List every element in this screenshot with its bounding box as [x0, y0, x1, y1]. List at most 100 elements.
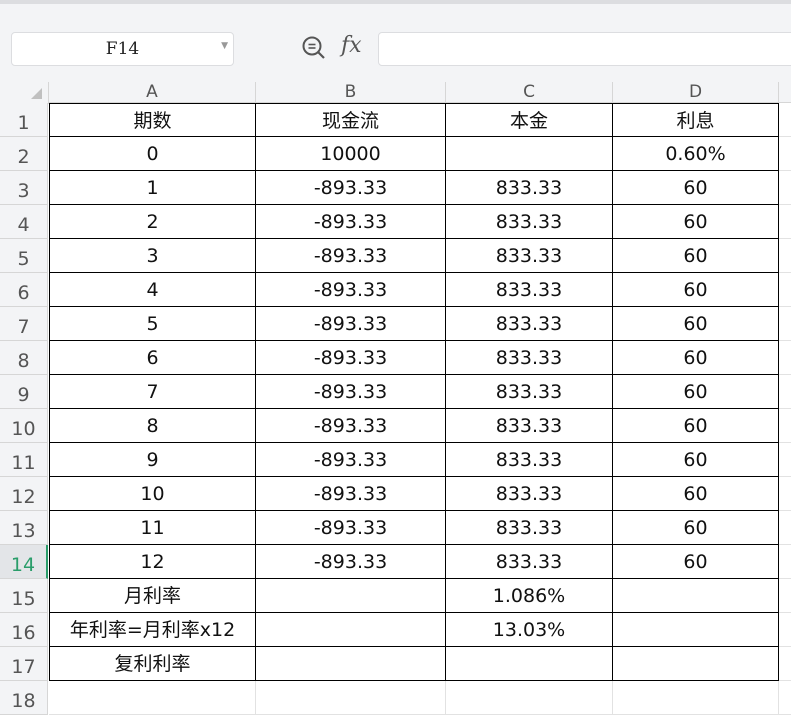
cell-B12[interactable]: -893.33 — [256, 477, 446, 511]
cell-A5[interactable]: 3 — [49, 239, 256, 273]
cell-C3[interactable]: 833.33 — [446, 171, 613, 205]
select-all-button[interactable] — [0, 82, 49, 104]
cell-D5[interactable]: 60 — [613, 239, 779, 273]
chevron-down-icon[interactable]: ▼ — [221, 41, 228, 51]
row-header-10[interactable]: 10 — [0, 409, 48, 443]
cell-B13[interactable]: -893.33 — [256, 511, 446, 545]
row-header-18[interactable]: 18 — [0, 681, 48, 715]
column-header-C[interactable]: C — [446, 82, 613, 103]
cell-E13[interactable] — [779, 511, 791, 545]
cell-E11[interactable] — [779, 443, 791, 477]
formula-bar-input[interactable] — [378, 32, 791, 66]
cell-D12[interactable]: 60 — [613, 477, 779, 511]
cell-E2[interactable] — [779, 137, 791, 171]
cell-B15[interactable] — [256, 579, 446, 613]
cell-B2[interactable]: 10000 — [256, 137, 446, 171]
cell-B14[interactable]: -893.33 — [256, 545, 446, 579]
cell-D1[interactable]: 利息 — [613, 103, 779, 137]
cell-E16[interactable] — [779, 613, 791, 647]
name-box[interactable]: F14 ▼ — [11, 32, 234, 66]
cell-E8[interactable] — [779, 341, 791, 375]
cell-E17[interactable] — [779, 647, 791, 681]
cell-B18[interactable] — [256, 681, 446, 715]
cell-B10[interactable]: -893.33 — [256, 409, 446, 443]
cell-B9[interactable]: -893.33 — [256, 375, 446, 409]
cell-C4[interactable]: 833.33 — [446, 205, 613, 239]
cell-D18[interactable] — [613, 681, 779, 715]
row-header-7[interactable]: 7 — [0, 307, 48, 341]
cell-D11[interactable]: 60 — [613, 443, 779, 477]
cell-E10[interactable] — [779, 409, 791, 443]
cell-D14[interactable]: 60 — [613, 545, 779, 579]
cell-D8[interactable]: 60 — [613, 341, 779, 375]
cell-E6[interactable] — [779, 273, 791, 307]
cell-E1[interactable] — [779, 103, 791, 137]
cell-E4[interactable] — [779, 205, 791, 239]
row-header-8[interactable]: 8 — [0, 341, 48, 375]
cell-A17[interactable]: 复利利率 — [49, 647, 256, 681]
cell-D7[interactable]: 60 — [613, 307, 779, 341]
cell-B11[interactable]: -893.33 — [256, 443, 446, 477]
cell-D13[interactable]: 60 — [613, 511, 779, 545]
cell-B3[interactable]: -893.33 — [256, 171, 446, 205]
cell-D4[interactable]: 60 — [613, 205, 779, 239]
zoom-icon[interactable] — [301, 35, 327, 61]
cell-B6[interactable]: -893.33 — [256, 273, 446, 307]
cell-D15[interactable] — [613, 579, 779, 613]
cell-E14[interactable] — [779, 545, 791, 579]
cell-E18[interactable] — [779, 681, 791, 715]
cell-D17[interactable] — [613, 647, 779, 681]
cell-A6[interactable]: 4 — [49, 273, 256, 307]
cell-A14[interactable]: 12 — [49, 545, 256, 579]
row-header-17[interactable]: 17 — [0, 647, 48, 681]
column-header-A[interactable]: A — [49, 82, 256, 103]
cell-E15[interactable] — [779, 579, 791, 613]
cell-C13[interactable]: 833.33 — [446, 511, 613, 545]
row-header-2[interactable]: 2 — [0, 137, 48, 171]
cell-A16[interactable]: 年利率=月利率x12 — [49, 613, 256, 647]
cell-D10[interactable]: 60 — [613, 409, 779, 443]
cell-C5[interactable]: 833.33 — [446, 239, 613, 273]
cell-C18[interactable] — [446, 681, 613, 715]
cell-E5[interactable] — [779, 239, 791, 273]
cell-C8[interactable]: 833.33 — [446, 341, 613, 375]
row-header-9[interactable]: 9 — [0, 375, 48, 409]
row-header-12[interactable]: 12 — [0, 477, 48, 511]
cell-B5[interactable]: -893.33 — [256, 239, 446, 273]
cell-D6[interactable]: 60 — [613, 273, 779, 307]
column-header-E[interactable] — [779, 82, 791, 103]
fx-icon[interactable]: fx — [341, 33, 362, 58]
cell-D16[interactable] — [613, 613, 779, 647]
cell-C12[interactable]: 833.33 — [446, 477, 613, 511]
cell-A7[interactable]: 5 — [49, 307, 256, 341]
cell-C7[interactable]: 833.33 — [446, 307, 613, 341]
cell-A18[interactable] — [49, 681, 256, 715]
cell-C2[interactable] — [446, 137, 613, 171]
cell-C16[interactable]: 13.03% — [446, 613, 613, 647]
cell-B16[interactable] — [256, 613, 446, 647]
cell-E3[interactable] — [779, 171, 791, 205]
row-header-4[interactable]: 4 — [0, 205, 48, 239]
cell-A13[interactable]: 11 — [49, 511, 256, 545]
cell-A4[interactable]: 2 — [49, 205, 256, 239]
row-header-13[interactable]: 13 — [0, 511, 48, 545]
cell-C17[interactable] — [446, 647, 613, 681]
cell-D2[interactable]: 0.60% — [613, 137, 779, 171]
cell-D9[interactable]: 60 — [613, 375, 779, 409]
cell-A9[interactable]: 7 — [49, 375, 256, 409]
row-header-14[interactable]: 14 — [0, 545, 48, 579]
cell-A12[interactable]: 10 — [49, 477, 256, 511]
cell-C15[interactable]: 1.086% — [446, 579, 613, 613]
cell-B17[interactable] — [256, 647, 446, 681]
cell-A11[interactable]: 9 — [49, 443, 256, 477]
cell-C14[interactable]: 833.33 — [446, 545, 613, 579]
cell-A1[interactable]: 期数 — [49, 103, 256, 137]
row-header-3[interactable]: 3 — [0, 171, 48, 205]
row-header-16[interactable]: 16 — [0, 613, 48, 647]
row-header-6[interactable]: 6 — [0, 273, 48, 307]
cell-A10[interactable]: 8 — [49, 409, 256, 443]
cell-E12[interactable] — [779, 477, 791, 511]
cell-B8[interactable]: -893.33 — [256, 341, 446, 375]
row-header-11[interactable]: 11 — [0, 443, 48, 477]
cell-A2[interactable]: 0 — [49, 137, 256, 171]
